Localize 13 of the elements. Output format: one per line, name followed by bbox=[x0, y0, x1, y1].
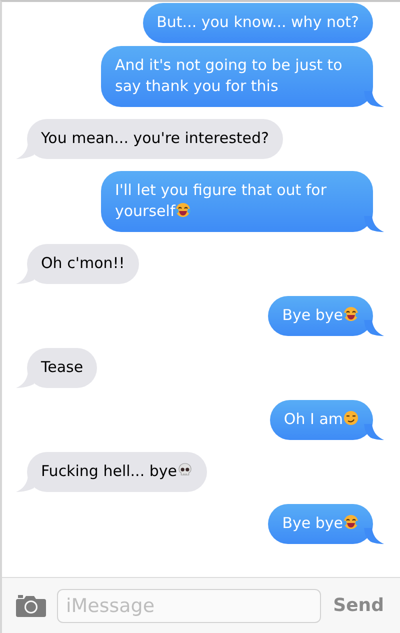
message-input[interactable]: iMessage bbox=[57, 588, 322, 622]
message-text: Fucking hell... bye bbox=[41, 462, 177, 480]
message-text: But... you know... why not? bbox=[156, 13, 359, 31]
message-text: And it's not going to be just to say thank you for this bbox=[115, 56, 342, 95]
message-text: You mean... you're interested? bbox=[41, 129, 270, 147]
message-text: Bye bye bbox=[282, 514, 343, 532]
message-text: Tease bbox=[41, 358, 84, 376]
camera-icon[interactable] bbox=[15, 594, 47, 618]
message-text: Oh c'mon!! bbox=[41, 254, 125, 272]
message-text: Bye bye bbox=[282, 306, 343, 324]
message-text: Oh I am bbox=[284, 410, 343, 428]
message-text: I'll let you figure that out for yourself bbox=[115, 181, 327, 220]
send-button[interactable]: Send bbox=[331, 592, 384, 619]
